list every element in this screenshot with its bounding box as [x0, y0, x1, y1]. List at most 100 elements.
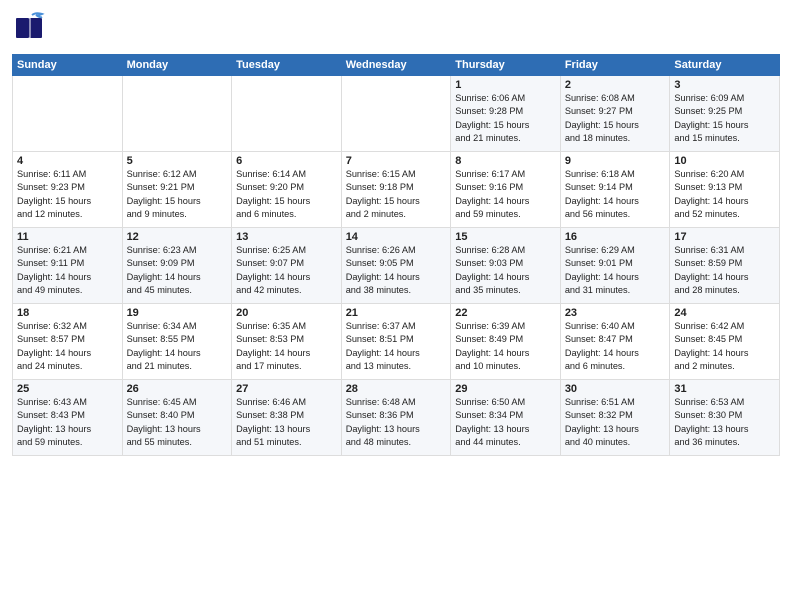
day-cell: 1Sunrise: 6:06 AM Sunset: 9:28 PM Daylig…: [451, 76, 561, 152]
day-number: 3: [674, 79, 775, 91]
day-info: Sunrise: 6:18 AM Sunset: 9:14 PM Dayligh…: [565, 168, 666, 221]
day-cell: 11Sunrise: 6:21 AM Sunset: 9:11 PM Dayli…: [13, 228, 123, 304]
day-number: 18: [17, 307, 118, 319]
day-info: Sunrise: 6:17 AM Sunset: 9:16 PM Dayligh…: [455, 168, 556, 221]
day-number: 9: [565, 155, 666, 167]
col-header-friday: Friday: [560, 55, 670, 76]
day-cell: 24Sunrise: 6:42 AM Sunset: 8:45 PM Dayli…: [670, 304, 780, 380]
day-number: 23: [565, 307, 666, 319]
day-number: 2: [565, 79, 666, 91]
week-row-1: 4Sunrise: 6:11 AM Sunset: 9:23 PM Daylig…: [13, 152, 780, 228]
day-info: Sunrise: 6:14 AM Sunset: 9:20 PM Dayligh…: [236, 168, 337, 221]
day-cell: 3Sunrise: 6:09 AM Sunset: 9:25 PM Daylig…: [670, 76, 780, 152]
day-cell: 23Sunrise: 6:40 AM Sunset: 8:47 PM Dayli…: [560, 304, 670, 380]
day-cell: 20Sunrise: 6:35 AM Sunset: 8:53 PM Dayli…: [232, 304, 342, 380]
day-info: Sunrise: 6:06 AM Sunset: 9:28 PM Dayligh…: [455, 92, 556, 145]
day-cell: 31Sunrise: 6:53 AM Sunset: 8:30 PM Dayli…: [670, 380, 780, 456]
logo: [12, 10, 52, 46]
col-header-wednesday: Wednesday: [341, 55, 451, 76]
day-cell: 18Sunrise: 6:32 AM Sunset: 8:57 PM Dayli…: [13, 304, 123, 380]
header-row: SundayMondayTuesdayWednesdayThursdayFrid…: [13, 55, 780, 76]
day-number: 29: [455, 383, 556, 395]
day-cell: 10Sunrise: 6:20 AM Sunset: 9:13 PM Dayli…: [670, 152, 780, 228]
day-number: 11: [17, 231, 118, 243]
day-number: 12: [127, 231, 228, 243]
day-info: Sunrise: 6:39 AM Sunset: 8:49 PM Dayligh…: [455, 320, 556, 373]
day-info: Sunrise: 6:50 AM Sunset: 8:34 PM Dayligh…: [455, 396, 556, 449]
day-cell: 9Sunrise: 6:18 AM Sunset: 9:14 PM Daylig…: [560, 152, 670, 228]
day-info: Sunrise: 6:09 AM Sunset: 9:25 PM Dayligh…: [674, 92, 775, 145]
col-header-sunday: Sunday: [13, 55, 123, 76]
header: [12, 10, 780, 46]
day-info: Sunrise: 6:29 AM Sunset: 9:01 PM Dayligh…: [565, 244, 666, 297]
day-cell: 14Sunrise: 6:26 AM Sunset: 9:05 PM Dayli…: [341, 228, 451, 304]
day-info: Sunrise: 6:51 AM Sunset: 8:32 PM Dayligh…: [565, 396, 666, 449]
day-info: Sunrise: 6:25 AM Sunset: 9:07 PM Dayligh…: [236, 244, 337, 297]
day-info: Sunrise: 6:48 AM Sunset: 8:36 PM Dayligh…: [346, 396, 447, 449]
day-number: 25: [17, 383, 118, 395]
day-number: 7: [346, 155, 447, 167]
calendar-table: SundayMondayTuesdayWednesdayThursdayFrid…: [12, 54, 780, 456]
day-cell: 19Sunrise: 6:34 AM Sunset: 8:55 PM Dayli…: [122, 304, 232, 380]
day-info: Sunrise: 6:37 AM Sunset: 8:51 PM Dayligh…: [346, 320, 447, 373]
day-number: 6: [236, 155, 337, 167]
day-number: 24: [674, 307, 775, 319]
day-info: Sunrise: 6:08 AM Sunset: 9:27 PM Dayligh…: [565, 92, 666, 145]
day-cell: 5Sunrise: 6:12 AM Sunset: 9:21 PM Daylig…: [122, 152, 232, 228]
day-number: 28: [346, 383, 447, 395]
day-info: Sunrise: 6:15 AM Sunset: 9:18 PM Dayligh…: [346, 168, 447, 221]
day-cell: [122, 76, 232, 152]
day-cell: [232, 76, 342, 152]
day-info: Sunrise: 6:42 AM Sunset: 8:45 PM Dayligh…: [674, 320, 775, 373]
day-number: 15: [455, 231, 556, 243]
day-number: 8: [455, 155, 556, 167]
day-number: 4: [17, 155, 118, 167]
week-row-3: 18Sunrise: 6:32 AM Sunset: 8:57 PM Dayli…: [13, 304, 780, 380]
day-cell: 12Sunrise: 6:23 AM Sunset: 9:09 PM Dayli…: [122, 228, 232, 304]
day-info: Sunrise: 6:45 AM Sunset: 8:40 PM Dayligh…: [127, 396, 228, 449]
day-info: Sunrise: 6:34 AM Sunset: 8:55 PM Dayligh…: [127, 320, 228, 373]
day-number: 14: [346, 231, 447, 243]
day-cell: 28Sunrise: 6:48 AM Sunset: 8:36 PM Dayli…: [341, 380, 451, 456]
col-header-monday: Monday: [122, 55, 232, 76]
logo-icon: [12, 10, 48, 46]
day-cell: 15Sunrise: 6:28 AM Sunset: 9:03 PM Dayli…: [451, 228, 561, 304]
day-info: Sunrise: 6:32 AM Sunset: 8:57 PM Dayligh…: [17, 320, 118, 373]
day-number: 20: [236, 307, 337, 319]
day-cell: 13Sunrise: 6:25 AM Sunset: 9:07 PM Dayli…: [232, 228, 342, 304]
day-number: 5: [127, 155, 228, 167]
day-info: Sunrise: 6:23 AM Sunset: 9:09 PM Dayligh…: [127, 244, 228, 297]
col-header-tuesday: Tuesday: [232, 55, 342, 76]
day-number: 17: [674, 231, 775, 243]
day-number: 16: [565, 231, 666, 243]
day-cell: [341, 76, 451, 152]
day-info: Sunrise: 6:35 AM Sunset: 8:53 PM Dayligh…: [236, 320, 337, 373]
day-cell: 21Sunrise: 6:37 AM Sunset: 8:51 PM Dayli…: [341, 304, 451, 380]
day-cell: 25Sunrise: 6:43 AM Sunset: 8:43 PM Dayli…: [13, 380, 123, 456]
page: SundayMondayTuesdayWednesdayThursdayFrid…: [0, 0, 792, 612]
day-info: Sunrise: 6:12 AM Sunset: 9:21 PM Dayligh…: [127, 168, 228, 221]
day-cell: [13, 76, 123, 152]
day-cell: 6Sunrise: 6:14 AM Sunset: 9:20 PM Daylig…: [232, 152, 342, 228]
day-number: 1: [455, 79, 556, 91]
day-info: Sunrise: 6:21 AM Sunset: 9:11 PM Dayligh…: [17, 244, 118, 297]
day-info: Sunrise: 6:11 AM Sunset: 9:23 PM Dayligh…: [17, 168, 118, 221]
day-number: 30: [565, 383, 666, 395]
day-info: Sunrise: 6:46 AM Sunset: 8:38 PM Dayligh…: [236, 396, 337, 449]
day-info: Sunrise: 6:31 AM Sunset: 8:59 PM Dayligh…: [674, 244, 775, 297]
day-info: Sunrise: 6:40 AM Sunset: 8:47 PM Dayligh…: [565, 320, 666, 373]
day-cell: 29Sunrise: 6:50 AM Sunset: 8:34 PM Dayli…: [451, 380, 561, 456]
day-info: Sunrise: 6:53 AM Sunset: 8:30 PM Dayligh…: [674, 396, 775, 449]
day-cell: 27Sunrise: 6:46 AM Sunset: 8:38 PM Dayli…: [232, 380, 342, 456]
col-header-thursday: Thursday: [451, 55, 561, 76]
day-cell: 16Sunrise: 6:29 AM Sunset: 9:01 PM Dayli…: [560, 228, 670, 304]
day-number: 19: [127, 307, 228, 319]
day-cell: 7Sunrise: 6:15 AM Sunset: 9:18 PM Daylig…: [341, 152, 451, 228]
day-cell: 30Sunrise: 6:51 AM Sunset: 8:32 PM Dayli…: [560, 380, 670, 456]
day-cell: 26Sunrise: 6:45 AM Sunset: 8:40 PM Dayli…: [122, 380, 232, 456]
col-header-saturday: Saturday: [670, 55, 780, 76]
day-cell: 22Sunrise: 6:39 AM Sunset: 8:49 PM Dayli…: [451, 304, 561, 380]
day-info: Sunrise: 6:26 AM Sunset: 9:05 PM Dayligh…: [346, 244, 447, 297]
day-cell: 2Sunrise: 6:08 AM Sunset: 9:27 PM Daylig…: [560, 76, 670, 152]
day-number: 31: [674, 383, 775, 395]
